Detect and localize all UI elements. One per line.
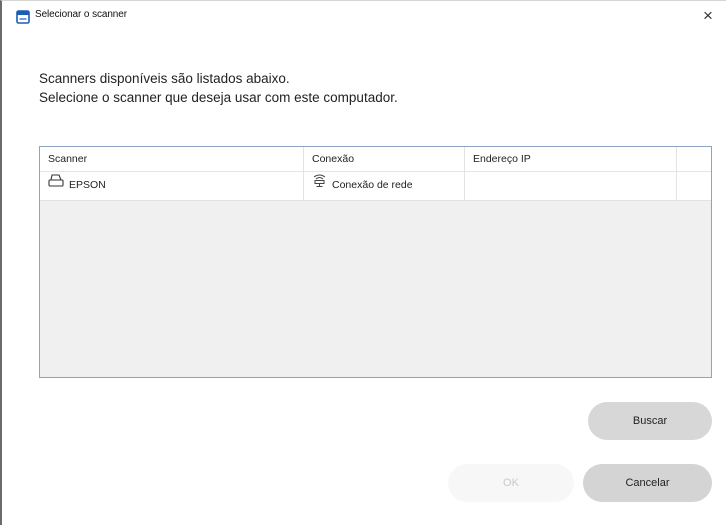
scanner-list-header: Scanner Conexão Endereço IP bbox=[40, 147, 711, 172]
window-title: Selecionar o scanner bbox=[35, 9, 127, 20]
scanner-name: EPSON bbox=[69, 179, 106, 191]
select-scanner-dialog: Selecionar o scanner × Scanners disponív… bbox=[0, 0, 726, 525]
column-header-scanner[interactable]: Scanner bbox=[40, 147, 304, 171]
scanner-list[interactable]: Scanner Conexão Endereço IP EPSON Conexã… bbox=[39, 146, 712, 378]
network-icon bbox=[312, 171, 327, 198]
column-header-extra bbox=[677, 147, 711, 171]
scanner-app-icon bbox=[16, 10, 30, 24]
ok-button[interactable]: OK bbox=[448, 464, 574, 502]
scanner-row-epson[interactable]: EPSON Conexão de rede bbox=[40, 172, 711, 201]
cancel-button[interactable]: Cancelar bbox=[583, 464, 712, 502]
column-header-ip-address[interactable]: Endereço IP bbox=[465, 147, 677, 171]
connection-type: Conexão de rede bbox=[332, 179, 413, 191]
instructions-line-1: Scanners disponíveis são listados abaixo… bbox=[39, 71, 290, 86]
close-button[interactable]: × bbox=[690, 1, 726, 31]
printer-icon bbox=[48, 171, 64, 198]
instructions-line-2: Selecione o scanner que deseja usar com … bbox=[39, 90, 398, 105]
ip-address-cell bbox=[465, 172, 677, 200]
title-bar: Selecionar o scanner × bbox=[2, 1, 726, 39]
connection-cell: Conexão de rede bbox=[304, 172, 465, 200]
scanner-name-cell: EPSON bbox=[40, 172, 304, 200]
column-header-connection[interactable]: Conexão bbox=[304, 147, 465, 171]
instructions-text: Scanners disponíveis são listados abaixo… bbox=[39, 69, 398, 107]
extra-cell bbox=[677, 172, 711, 200]
search-button[interactable]: Buscar bbox=[588, 402, 712, 440]
